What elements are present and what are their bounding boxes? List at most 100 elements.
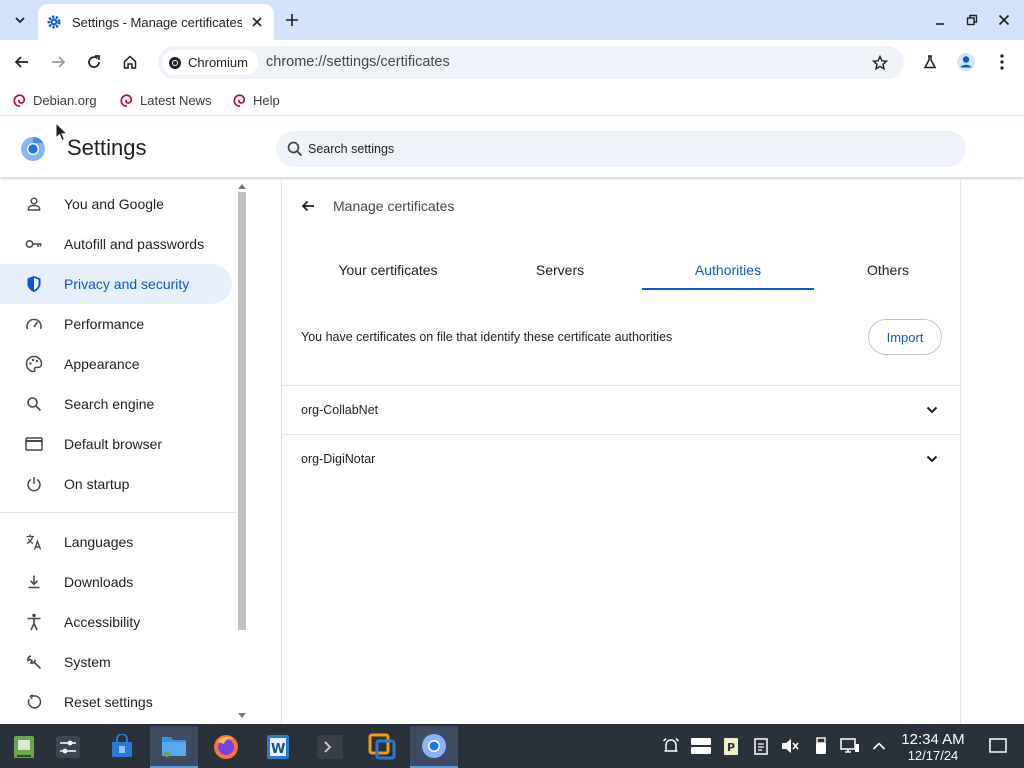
profile-avatar-icon[interactable] xyxy=(954,50,978,74)
sidebar-item-reset-settings[interactable]: Reset settings xyxy=(0,682,232,722)
svg-text:W: W xyxy=(271,742,285,757)
network-icon[interactable] xyxy=(840,736,860,756)
forward-icon[interactable] xyxy=(46,50,70,74)
tab-title: Settings - Manage certificates xyxy=(72,14,242,30)
authority-name: org-CollabNet xyxy=(301,403,379,417)
sidebar-item-on-startup[interactable]: On startup xyxy=(0,464,232,504)
chromium-logo-icon xyxy=(21,137,45,161)
sidebar-item-autofill[interactable]: Autofill and passwords xyxy=(0,224,232,264)
sidebar-item-appearance[interactable]: Appearance xyxy=(0,344,232,384)
firefox-icon[interactable] xyxy=(202,726,250,768)
tab-your-certificates[interactable]: Your certificates xyxy=(302,250,474,290)
file-manager-icon[interactable] xyxy=(150,726,198,768)
menu-kebab-icon[interactable] xyxy=(990,50,1014,74)
sidebar-item-languages[interactable]: Languages xyxy=(0,522,232,562)
scroll-up-arrow-icon[interactable] xyxy=(238,182,246,190)
clock-date: 12/17/24 xyxy=(907,748,959,763)
shield-icon xyxy=(24,274,44,294)
alarm-icon[interactable] xyxy=(661,736,681,756)
terminal-icon[interactable] xyxy=(306,726,354,768)
labs-flask-icon[interactable] xyxy=(918,50,942,74)
notes-icon[interactable] xyxy=(751,736,771,756)
search-icon xyxy=(287,141,303,157)
search-placeholder: Search settings xyxy=(308,142,395,156)
new-tab-icon[interactable] xyxy=(282,10,302,30)
tab-close-icon[interactable] xyxy=(248,13,266,31)
search-settings-input[interactable]: Search settings xyxy=(276,131,966,167)
sidebar-item-you-and-google[interactable]: You and Google xyxy=(0,184,232,224)
sidebar-item-system[interactable]: System xyxy=(0,642,232,682)
sidebar-item-label: System xyxy=(64,654,111,670)
person-icon xyxy=(24,194,44,214)
translate-icon xyxy=(24,532,44,552)
sidebar-scrollbar[interactable] xyxy=(236,180,248,724)
show-desktop-icon[interactable] xyxy=(988,736,1008,756)
home-icon[interactable] xyxy=(118,50,142,74)
expand-chevron-icon[interactable] xyxy=(922,400,942,420)
page-title: Manage certificates xyxy=(333,198,455,214)
browser-tab[interactable]: Settings - Manage certificates xyxy=(38,4,274,40)
url-text[interactable]: chrome://settings/certificates xyxy=(266,54,450,70)
debian-swirl-icon xyxy=(120,93,133,107)
download-icon xyxy=(24,572,44,592)
authority-row[interactable]: org-CollabNet xyxy=(282,385,960,433)
minimize-icon[interactable] xyxy=(930,10,950,30)
clock-time: 12:34 AM xyxy=(901,731,965,748)
sidebar-item-privacy-and-security[interactable]: Privacy and security xyxy=(0,264,232,304)
tray-expand-chevron-icon[interactable] xyxy=(869,736,889,756)
sidebar-divider xyxy=(0,512,236,513)
expand-chevron-icon[interactable] xyxy=(922,449,942,469)
reload-icon[interactable] xyxy=(82,50,106,74)
bookmark-latest-news[interactable]: Latest News xyxy=(119,90,212,110)
bookmark-label: Debian.org xyxy=(33,92,97,108)
site-info-chip[interactable]: Chromium xyxy=(162,50,258,75)
bookmark-star-icon[interactable] xyxy=(870,53,890,73)
sidebar-item-search-engine[interactable]: Search engine xyxy=(0,384,232,424)
writer-icon[interactable]: W xyxy=(254,726,302,768)
debian-swirl-icon xyxy=(13,93,26,107)
sidebar-item-default-browser[interactable]: Default browser xyxy=(0,424,232,464)
certificate-tabs: Your certificates Servers Authorities Ot… xyxy=(302,250,942,290)
site-chip-label: Chromium xyxy=(188,55,248,70)
import-button[interactable]: Import xyxy=(868,319,942,355)
close-window-icon[interactable] xyxy=(994,10,1014,30)
settings-manager-icon[interactable] xyxy=(44,726,92,768)
sidebar-item-accessibility[interactable]: Accessibility xyxy=(0,602,232,642)
clipboard-manager-icon[interactable]: P xyxy=(721,736,741,756)
tab-others[interactable]: Others xyxy=(802,250,974,290)
usb-device-icon[interactable] xyxy=(811,736,831,756)
drive-icon[interactable] xyxy=(689,736,713,756)
clock[interactable]: 12:34 AM 12/17/24 xyxy=(897,731,969,763)
tab-authorities[interactable]: Authorities xyxy=(642,250,814,290)
virtualbox-icon[interactable] xyxy=(358,726,406,768)
tab-strip: Settings - Manage certificates xyxy=(0,0,1024,40)
authority-row[interactable]: org-DigiNotar xyxy=(282,434,960,482)
bookmark-debian[interactable]: Debian.org xyxy=(12,90,97,110)
back-arrow-icon[interactable] xyxy=(298,196,318,216)
authority-name: org-DigiNotar xyxy=(301,452,376,466)
mouse-cursor-icon xyxy=(55,122,69,142)
software-store-icon[interactable] xyxy=(98,726,146,768)
app-menu-icon[interactable] xyxy=(0,726,48,768)
address-bar[interactable]: Chromium chrome://settings/certificates xyxy=(158,46,904,79)
tab-servers[interactable]: Servers xyxy=(474,250,646,290)
svg-text:P: P xyxy=(727,741,735,754)
scrollbar-thumb[interactable] xyxy=(238,192,246,630)
wrench-icon xyxy=(24,652,44,672)
scroll-down-arrow-icon[interactable] xyxy=(238,712,246,720)
tab-search-button[interactable] xyxy=(8,8,32,32)
settings-header: Settings Search settings xyxy=(0,121,1024,177)
back-icon[interactable] xyxy=(10,50,34,74)
volume-muted-icon[interactable] xyxy=(780,736,800,756)
chevron-down-icon xyxy=(15,17,25,24)
chromium-taskbar-icon[interactable] xyxy=(410,726,458,768)
settings-sidebar: You and Google Autofill and passwords Pr… xyxy=(0,180,236,724)
sidebar-item-performance[interactable]: Performance xyxy=(0,304,232,344)
bookmark-help[interactable]: Help xyxy=(232,90,280,110)
debian-swirl-icon xyxy=(233,93,246,107)
sidebar-item-label: Performance xyxy=(64,316,145,332)
restore-icon[interactable] xyxy=(962,10,982,30)
sidebar-item-label: Privacy and security xyxy=(64,276,190,292)
sidebar-item-downloads[interactable]: Downloads xyxy=(0,562,232,602)
chromium-logo-icon xyxy=(169,56,181,69)
